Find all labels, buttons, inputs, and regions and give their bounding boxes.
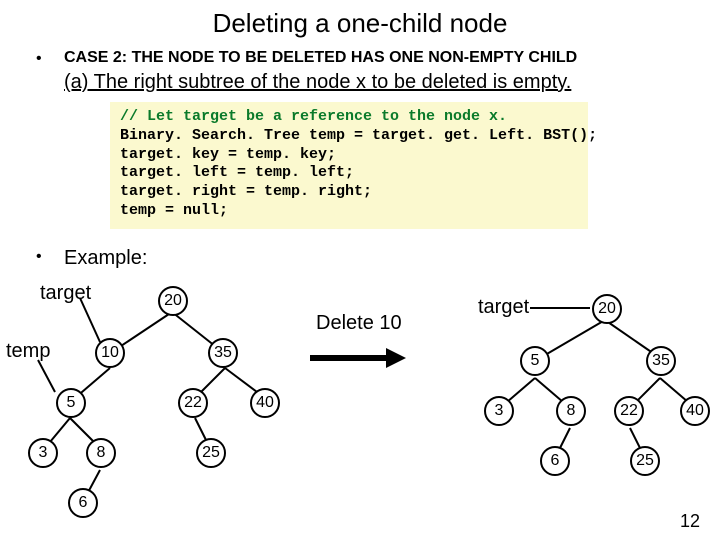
- example-bullet-row: • Example:: [0, 247, 720, 270]
- node-r-40: 40: [680, 396, 710, 426]
- diagram-area: target temp 20 10 35 5 22 40 3 8 25 6 De…: [0, 280, 720, 540]
- node-r-22: 22: [614, 396, 644, 426]
- subcase-a: (a) The right subtree of the node x to b…: [0, 71, 720, 94]
- target-label-right: target: [478, 296, 529, 319]
- bullet-dot: •: [36, 49, 64, 69]
- node-l-10: 10: [95, 338, 125, 368]
- node-r-8: 8: [556, 396, 586, 426]
- node-l-20: 20: [158, 286, 188, 316]
- code-line: target. left = temp. left;: [120, 164, 354, 181]
- node-r-35: 35: [646, 346, 676, 376]
- node-l-6: 6: [68, 488, 98, 518]
- node-r-6: 6: [540, 446, 570, 476]
- code-line: target. right = temp. right;: [120, 183, 372, 200]
- node-l-3: 3: [28, 438, 58, 468]
- code-block: // Let target be a reference to the node…: [110, 102, 588, 229]
- node-l-8: 8: [86, 438, 116, 468]
- node-r-5: 5: [520, 346, 550, 376]
- case-bullet-row: • CASE 2: THE NODE TO BE DELETED HAS ONE…: [0, 49, 720, 69]
- target-label-left: target: [40, 282, 91, 305]
- node-r-20: 20: [592, 294, 622, 324]
- node-l-5: 5: [56, 388, 86, 418]
- code-comment: // Let target be a reference to the node…: [120, 108, 507, 125]
- example-label: Example:: [64, 247, 147, 270]
- node-r-25: 25: [630, 446, 660, 476]
- node-l-22: 22: [178, 388, 208, 418]
- code-line: target. key = temp. key;: [120, 146, 336, 163]
- temp-label-left: temp: [6, 340, 50, 363]
- bullet-dot: •: [36, 247, 64, 267]
- code-line: Binary. Search. Tree temp = target. get.…: [120, 127, 597, 144]
- slide-title: Deleting a one-child node: [0, 0, 720, 39]
- node-l-35: 35: [208, 338, 238, 368]
- code-line: temp = null;: [120, 202, 228, 219]
- case-line: CASE 2: THE NODE TO BE DELETED HAS ONE N…: [64, 49, 577, 67]
- node-r-3: 3: [484, 396, 514, 426]
- node-l-40: 40: [250, 388, 280, 418]
- node-l-25: 25: [196, 438, 226, 468]
